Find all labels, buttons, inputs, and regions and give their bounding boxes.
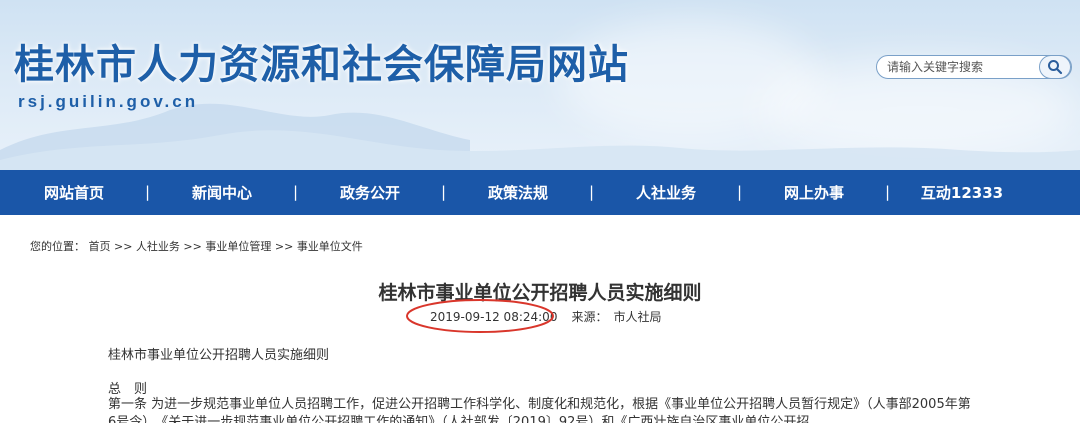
breadcrumb-separator: >> (110, 240, 136, 253)
search-box (876, 55, 1072, 79)
source-value: 市人社局 (613, 310, 662, 324)
nav-item-home[interactable]: 网站首页 (0, 182, 148, 203)
breadcrumb-item-home[interactable]: 首页 (89, 240, 111, 253)
breadcrumb-item-institution-documents[interactable]: 事业单位文件 (297, 240, 363, 253)
date-highlight-circle (406, 299, 554, 333)
nav-item-government-affairs[interactable]: 政务公开 (296, 182, 444, 203)
breadcrumb-item-hr-services[interactable]: 人社业务 (136, 240, 180, 253)
breadcrumb-separator: >> (179, 240, 206, 253)
body-heading: 桂林市事业单位公开招聘人员实施细则 (108, 348, 330, 363)
source-label: 来源： (571, 310, 608, 324)
nav-item-interaction[interactable]: 互动12333 (888, 182, 1036, 203)
breadcrumb-prefix: 您的位置： (30, 240, 85, 253)
nav-item-hr-services[interactable]: 人社业务 (592, 182, 740, 203)
body-paragraph: 第一条 为进一步规范事业单位人员招聘工作，促进公开招聘工作科学化、制度化和规范化… (108, 397, 971, 423)
nav-item-policies[interactable]: 政策法规 (444, 182, 592, 203)
search-icon (1048, 60, 1063, 75)
search-button[interactable] (1039, 55, 1071, 79)
site-title: 桂林市人力资源和社会保障局网站 (14, 42, 629, 88)
breadcrumb-separator: >> (271, 240, 297, 253)
breadcrumb: 您的位置： 首页 >> 人社业务 >> 事业单位管理 >> 事业单位文件 (30, 238, 363, 254)
nav-item-online-services[interactable]: 网上办事 (740, 182, 888, 203)
header-banner: 桂林市人力资源和社会保障局网站 rsj.guilin.gov.cn (0, 0, 1080, 170)
nav-item-news[interactable]: 新闻中心 (148, 182, 296, 203)
search-input[interactable] (877, 57, 1037, 77)
section-heading: 总 则 (108, 382, 148, 397)
main-nav: 网站首页 | 新闻中心 | 政务公开 | 政策法规 | 人社业务 | 网上办事 … (0, 170, 1080, 215)
breadcrumb-item-institution-management[interactable]: 事业单位管理 (205, 240, 271, 253)
site-domain: rsj.guilin.gov.cn (18, 92, 199, 111)
